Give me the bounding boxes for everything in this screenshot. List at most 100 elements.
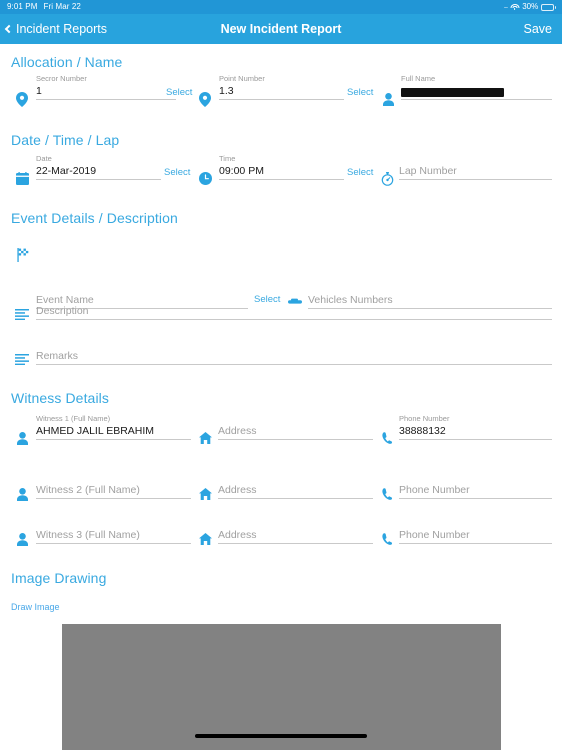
status-bar: 9:01 PM Fri Mar 22 .... 30% <box>0 0 562 14</box>
witness-3-address-placeholder: Address <box>218 529 257 541</box>
section-title-event: Event Details / Description <box>11 210 178 226</box>
time-value: 09:00 PM <box>219 165 264 177</box>
description-underline <box>36 319 552 320</box>
app-screen: 9:01 PM Fri Mar 22 .... 30% New Incident… <box>0 0 562 750</box>
remarks-field[interactable]: Remarks <box>36 347 552 365</box>
date-underline <box>36 179 161 180</box>
status-time: 9:01 PM <box>7 2 38 11</box>
lap-number-placeholder: Lap Number <box>399 165 457 177</box>
witness-1-phone-value: 38888132 <box>399 425 446 437</box>
remarks-placeholder: Remarks <box>36 350 79 362</box>
person-icon <box>383 93 394 106</box>
witness-3-phone-underline <box>399 543 552 544</box>
battery-percent-label: 30% <box>522 2 539 11</box>
status-date: Fri Mar 22 <box>43 2 81 11</box>
save-button[interactable]: Save <box>524 14 553 44</box>
sector-number-value: 1 <box>36 85 42 97</box>
form-content: Allocation / Name Secror Number 1 Select… <box>0 44 562 750</box>
phone-icon <box>382 533 394 545</box>
lap-number-field[interactable]: Lap Number <box>399 154 552 180</box>
point-number-underline <box>219 99 344 100</box>
description-field[interactable]: Description <box>36 302 552 320</box>
battery-icon <box>541 3 556 11</box>
draw-image-link[interactable]: Draw Image <box>11 602 60 612</box>
home-icon <box>199 432 212 444</box>
section-title-witness: Witness Details <box>11 390 109 406</box>
witness-3-name-underline <box>36 543 191 544</box>
back-button[interactable]: Incident Reports <box>4 14 108 44</box>
witness-3-name-field[interactable]: Witness 3 (Full Name) <box>36 526 191 544</box>
sector-number-underline <box>36 99 176 100</box>
phone-icon <box>382 488 394 500</box>
witness-1-name-label: Witness 1 (Full Name) <box>36 414 111 423</box>
person-icon <box>17 488 28 501</box>
section-title-allocation: Allocation / Name <box>11 54 123 70</box>
witness-2-name-underline <box>36 498 191 499</box>
sector-number-field[interactable]: Secror Number 1 <box>36 74 176 100</box>
nav-bar: New Incident Report Incident Reports Sav… <box>0 14 562 44</box>
text-lines-icon <box>15 309 29 320</box>
status-bar-left: 9:01 PM Fri Mar 22 <box>0 0 81 14</box>
witness-2-name-field[interactable]: Witness 2 (Full Name) <box>36 481 191 499</box>
time-label: Time <box>219 154 236 163</box>
time-field[interactable]: Time 09:00 PM <box>219 154 344 180</box>
calendar-icon <box>16 172 29 185</box>
point-number-label: Point Number <box>219 74 265 83</box>
witness-1-address-underline <box>218 439 373 440</box>
remarks-underline <box>36 364 552 365</box>
witness-2-phone-placeholder: Phone Number <box>399 484 470 496</box>
sector-number-label: Secror Number <box>36 74 87 83</box>
full-name-field[interactable]: Full Name <box>401 74 552 100</box>
witness-1-name-field[interactable]: Witness 1 (Full Name) AHMED JALIL EBRAHI… <box>36 414 191 440</box>
witness-2-phone-field[interactable]: Phone Number <box>399 481 552 499</box>
full-name-label: Full Name <box>401 74 436 83</box>
description-placeholder: Description <box>36 305 89 317</box>
witness-2-address-placeholder: Address <box>218 484 257 496</box>
witness-1-name-underline <box>36 439 191 440</box>
witness-3-address-field[interactable]: Address <box>218 526 373 544</box>
witness-1-address-field[interactable]: Address <box>218 414 373 440</box>
witness-1-address-placeholder: Address <box>218 425 257 437</box>
point-number-value: 1.3 <box>219 85 234 97</box>
date-field[interactable]: Date 22-Mar-2019 <box>36 154 161 180</box>
witness-3-phone-field[interactable]: Phone Number <box>399 526 552 544</box>
witness-1-phone-label: Phone Number <box>399 414 450 423</box>
status-bar-right: .... 30% <box>503 0 562 14</box>
witness-3-name-placeholder: Witness 3 (Full Name) <box>36 529 140 541</box>
section-title-image-drawing: Image Drawing <box>11 570 107 586</box>
wifi-icon <box>510 3 520 11</box>
witness-2-name-placeholder: Witness 2 (Full Name) <box>36 484 140 496</box>
checkered-flag-icon <box>16 248 29 262</box>
witness-1-phone-field[interactable]: Phone Number 38888132 <box>399 414 552 440</box>
person-icon <box>17 432 28 445</box>
back-button-label: Incident Reports <box>16 22 108 36</box>
home-icon <box>199 533 212 545</box>
home-indicator[interactable] <box>195 734 367 738</box>
date-value: 22-Mar-2019 <box>36 165 97 177</box>
phone-icon <box>382 432 394 444</box>
witness-1-name-value: AHMED JALIL EBRAHIM <box>36 425 155 437</box>
text-lines-icon <box>15 354 29 365</box>
time-underline <box>219 179 344 180</box>
witness-2-address-underline <box>218 498 373 499</box>
person-icon <box>17 533 28 546</box>
stopwatch-icon <box>381 172 394 186</box>
map-pin-icon <box>16 92 28 107</box>
point-number-field[interactable]: Point Number 1.3 <box>219 74 344 100</box>
home-icon <box>199 488 212 500</box>
witness-2-phone-underline <box>399 498 552 499</box>
lap-number-underline <box>399 179 552 180</box>
chevron-left-icon <box>4 24 14 34</box>
witness-2-address-field[interactable]: Address <box>218 481 373 499</box>
signal-dots: .... <box>503 3 508 10</box>
drawing-canvas[interactable] <box>62 624 501 750</box>
section-title-datetime: Date / Time / Lap <box>11 132 120 148</box>
full-name-redacted-value <box>401 88 504 97</box>
witness-1-phone-underline <box>399 439 552 440</box>
clock-icon <box>199 172 212 185</box>
witness-3-address-underline <box>218 543 373 544</box>
map-pin-icon <box>199 92 211 107</box>
full-name-underline <box>401 99 552 100</box>
date-label: Date <box>36 154 52 163</box>
witness-3-phone-placeholder: Phone Number <box>399 529 470 541</box>
